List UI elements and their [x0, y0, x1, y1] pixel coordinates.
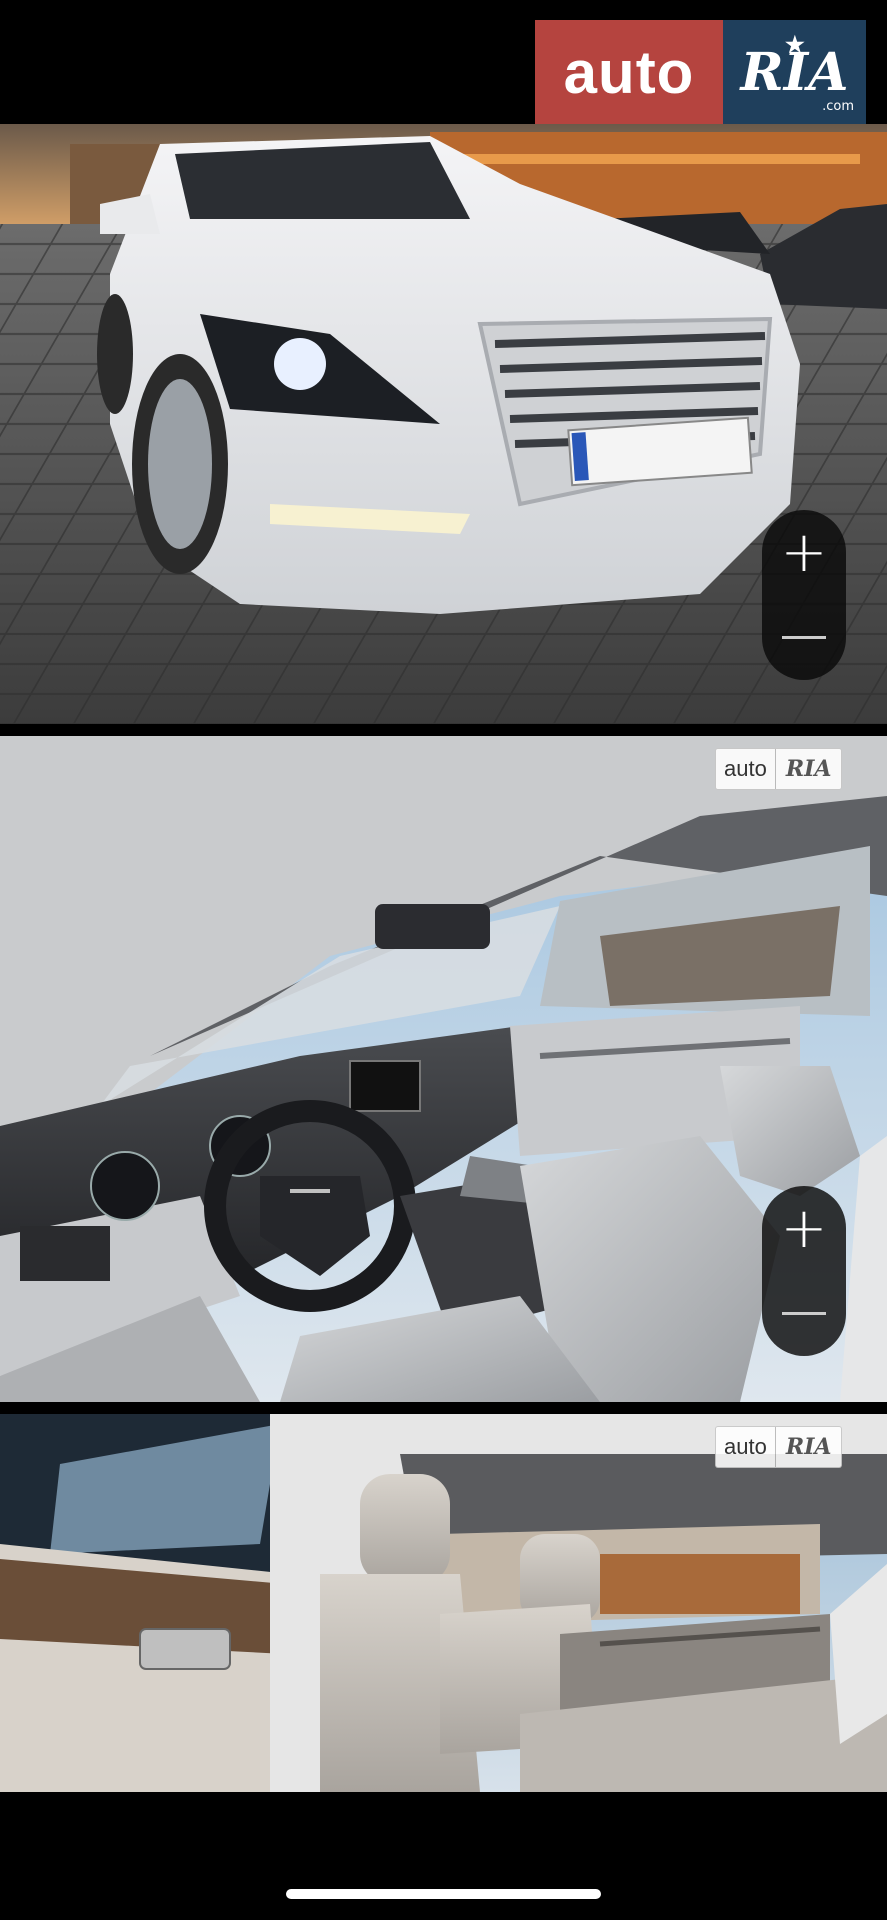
car-exterior-image — [0, 124, 887, 724]
minus-icon — [782, 1312, 826, 1315]
watermark-auto-text: auto — [724, 756, 767, 781]
car-interior-rear-image — [0, 1414, 887, 1792]
zoom-control-1: + — [762, 510, 846, 680]
zoom-out-button[interactable] — [762, 595, 846, 680]
logo-auto-text: auto — [535, 20, 723, 124]
car-interior-front-image — [0, 736, 887, 1402]
watermark-ria-text: RIA — [774, 749, 842, 789]
watermark-autoria: auto RIA — [715, 748, 843, 790]
zoom-in-button[interactable]: + — [762, 510, 846, 595]
gallery-photo-interior-front[interactable]: auto RIA + — [0, 736, 887, 1402]
star-icon: ★ — [785, 32, 805, 58]
gallery-photo-exterior[interactable]: + — [0, 124, 887, 724]
watermark-ria-text: RIA — [774, 1427, 842, 1467]
minus-icon — [782, 636, 826, 639]
home-indicator[interactable] — [286, 1889, 601, 1899]
watermark-auto-text: auto — [724, 1434, 767, 1459]
zoom-control-2: + — [762, 1186, 846, 1356]
zoom-out-button[interactable] — [762, 1271, 846, 1356]
watermark-autoria: auto RIA — [715, 1426, 843, 1468]
zoom-in-button[interactable]: + — [762, 1186, 846, 1271]
gallery-photo-interior-rear[interactable]: auto RIA — [0, 1414, 887, 1792]
autoria-logo: auto ★ RIA .com — [535, 20, 866, 124]
logo-domain-text: .com — [822, 99, 854, 114]
logo-ria-block: ★ RIA .com — [723, 20, 866, 124]
